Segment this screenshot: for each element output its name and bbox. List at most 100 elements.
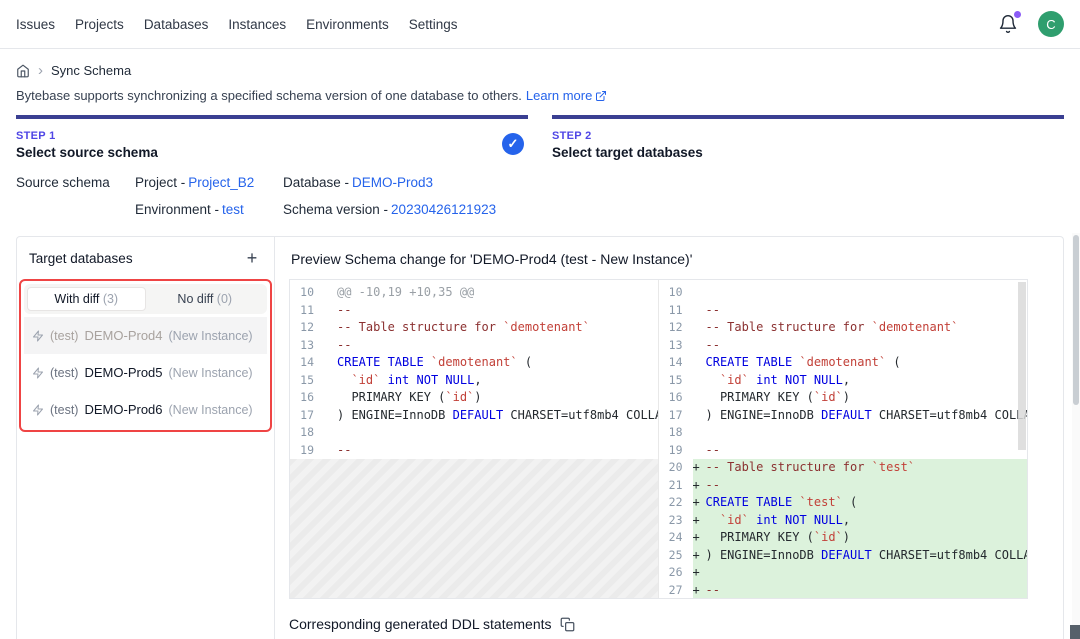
- step-2-bar: [552, 115, 1064, 119]
- add-target-database-button[interactable]: +: [242, 248, 262, 268]
- code-text: `id` int NOT NULL,: [706, 372, 1028, 390]
- nav-item-environments[interactable]: Environments: [306, 17, 389, 32]
- code-text: ) ENGINE=InnoDB DEFAULT CHARSET=utf8mb4 …: [337, 407, 658, 425]
- page-scrollbar-thumb[interactable]: [1073, 235, 1079, 405]
- diff-line-19: 19--: [659, 442, 1028, 460]
- learn-more-link[interactable]: Learn more: [526, 88, 607, 103]
- diff-prefix: +: [693, 494, 706, 512]
- diff-prefix: [324, 337, 337, 355]
- line-number: 13: [659, 337, 693, 355]
- step-2: STEP 2 Select target databases: [552, 115, 1064, 160]
- line-number: 19: [290, 442, 324, 460]
- learn-more-label: Learn more: [526, 88, 592, 103]
- page-scrollbar[interactable]: [1072, 233, 1080, 639]
- preview-title: Preview Schema change for 'DEMO-Prod4 (t…: [289, 251, 1049, 267]
- target-db-list: (test)DEMO-Prod4 (New Instance)(test)DEM…: [24, 317, 267, 428]
- diff-line-15: 15 `id` int NOT NULL,: [659, 372, 1028, 390]
- line-number: 22: [659, 494, 693, 512]
- code-text: --: [706, 442, 1028, 460]
- code-text: --: [706, 477, 1028, 495]
- copy-icon[interactable]: [560, 617, 575, 632]
- notifications-button[interactable]: [998, 13, 1020, 35]
- diff-line-13: 13--: [659, 337, 1028, 355]
- nav-item-projects[interactable]: Projects: [75, 17, 124, 32]
- tab-with-diff[interactable]: With diff (3): [27, 287, 146, 311]
- code-text: CREATE TABLE `test` (: [706, 494, 1028, 512]
- environment-link[interactable]: test: [222, 202, 244, 217]
- db-name: DEMO-Prod6: [84, 402, 162, 417]
- schema-version-link[interactable]: 20230426121923: [391, 202, 496, 217]
- code-text: CREATE TABLE `demotenant` (: [706, 354, 1028, 372]
- line-number: 17: [290, 407, 324, 425]
- code-text: PRIMARY KEY (`id`): [706, 389, 1028, 407]
- diff-prefix: [693, 442, 706, 460]
- line-number: 21: [659, 477, 693, 495]
- diff-prefix: [324, 354, 337, 372]
- nav-item-issues[interactable]: Issues: [16, 17, 55, 32]
- diff-line-25: 25+) ENGINE=InnoDB DEFAULT CHARSET=utf8m…: [659, 547, 1028, 565]
- nav-right: C: [998, 11, 1064, 37]
- project-link[interactable]: Project_B2: [188, 175, 254, 190]
- target-database-demo-prod5[interactable]: (test)DEMO-Prod5 (New Instance): [24, 354, 267, 391]
- code-text: PRIMARY KEY (`id`): [337, 389, 658, 407]
- code-text: ) ENGINE=InnoDB DEFAULT CHARSET=utf8mb4 …: [706, 547, 1028, 565]
- diff-line-15: 15 `id` int NOT NULL,: [290, 372, 658, 390]
- diff-line-26: 26+: [659, 564, 1028, 582]
- diff-prefix: [693, 319, 706, 337]
- line-number: 11: [659, 302, 693, 320]
- diff-prefix: +: [693, 547, 706, 565]
- diff-line-12: 12-- Table structure for `demotenant`: [659, 319, 1028, 337]
- step-2-title: Select target databases: [552, 145, 1064, 160]
- code-text: [337, 424, 658, 442]
- db-note: (New Instance): [169, 366, 253, 380]
- db-name: DEMO-Prod4: [84, 328, 162, 343]
- ddl-section-header: Corresponding generated DDL statements: [289, 616, 1049, 632]
- instance-icon: [32, 367, 44, 379]
- step-complete-icon: ✓: [502, 133, 524, 155]
- step-1-label: STEP 1: [16, 130, 528, 142]
- code-text: -- Table structure for `demotenant`: [337, 319, 658, 337]
- db-note: (New Instance): [169, 403, 253, 417]
- code-text: PRIMARY KEY (`id`): [706, 529, 1028, 547]
- external-link-icon: [595, 90, 607, 102]
- line-number: 16: [659, 389, 693, 407]
- target-databases-header: Target databases +: [17, 237, 274, 275]
- line-number: 12: [290, 319, 324, 337]
- code-text: --: [706, 582, 1028, 599]
- line-number: 12: [659, 319, 693, 337]
- diff-line-17: 17) ENGINE=InnoDB DEFAULT CHARSET=utf8mb…: [659, 407, 1028, 425]
- home-icon[interactable]: [16, 64, 30, 78]
- tab-no-diff[interactable]: No diff (0): [146, 287, 265, 311]
- source-version-field: Schema version -20230426121923: [283, 202, 1064, 217]
- nav-item-settings[interactable]: Settings: [409, 17, 458, 32]
- nav-item-instances[interactable]: Instances: [228, 17, 286, 32]
- source-project-field: Project -Project_B2: [135, 175, 283, 190]
- chevron-right-icon: ›: [38, 64, 43, 77]
- diff-line-14: 14CREATE TABLE `demotenant` (: [659, 354, 1028, 372]
- code-text: `id` int NOT NULL,: [337, 372, 658, 390]
- diff-line-16: 16 PRIMARY KEY (`id`): [659, 389, 1028, 407]
- intro-text: Bytebase supports synchronizing a specif…: [16, 88, 522, 103]
- breadcrumb-current: Sync Schema: [51, 63, 131, 78]
- target-database-demo-prod4[interactable]: (test)DEMO-Prod4 (New Instance): [24, 317, 267, 354]
- diff-line-12: 12 -- Table structure for `demotenant`: [290, 319, 658, 337]
- diff-prefix: [324, 319, 337, 337]
- target-database-demo-prod6[interactable]: (test)DEMO-Prod6 (New Instance): [24, 391, 267, 428]
- diff-line-14: 14CREATE TABLE `demotenant` (: [290, 354, 658, 372]
- preview-panel: Preview Schema change for 'DEMO-Prod4 (t…: [275, 237, 1063, 639]
- diff-line-16: 16 PRIMARY KEY (`id`): [290, 389, 658, 407]
- code-text: CREATE TABLE `demotenant` (: [337, 354, 658, 372]
- diff-line-19: 19--: [290, 442, 658, 460]
- code-text: `id` int NOT NULL,: [706, 512, 1028, 530]
- line-number: 15: [659, 372, 693, 390]
- diff-line-10: 10@@ -10,19 +10,35 @@: [290, 284, 658, 302]
- diff-scrollbar-thumb[interactable]: [1018, 282, 1026, 450]
- code-text: --: [337, 302, 658, 320]
- nav-item-databases[interactable]: Databases: [144, 17, 209, 32]
- diff-tabs: With diff (3)No diff (0): [24, 284, 267, 314]
- diff-prefix: [693, 389, 706, 407]
- avatar[interactable]: C: [1038, 11, 1064, 37]
- steps: STEP 1 Select source schema STEP 2 Selec…: [0, 103, 1080, 160]
- database-link[interactable]: DEMO-Prod3: [352, 175, 433, 190]
- target-databases-panel: Target databases + With diff (3)No diff …: [17, 237, 275, 639]
